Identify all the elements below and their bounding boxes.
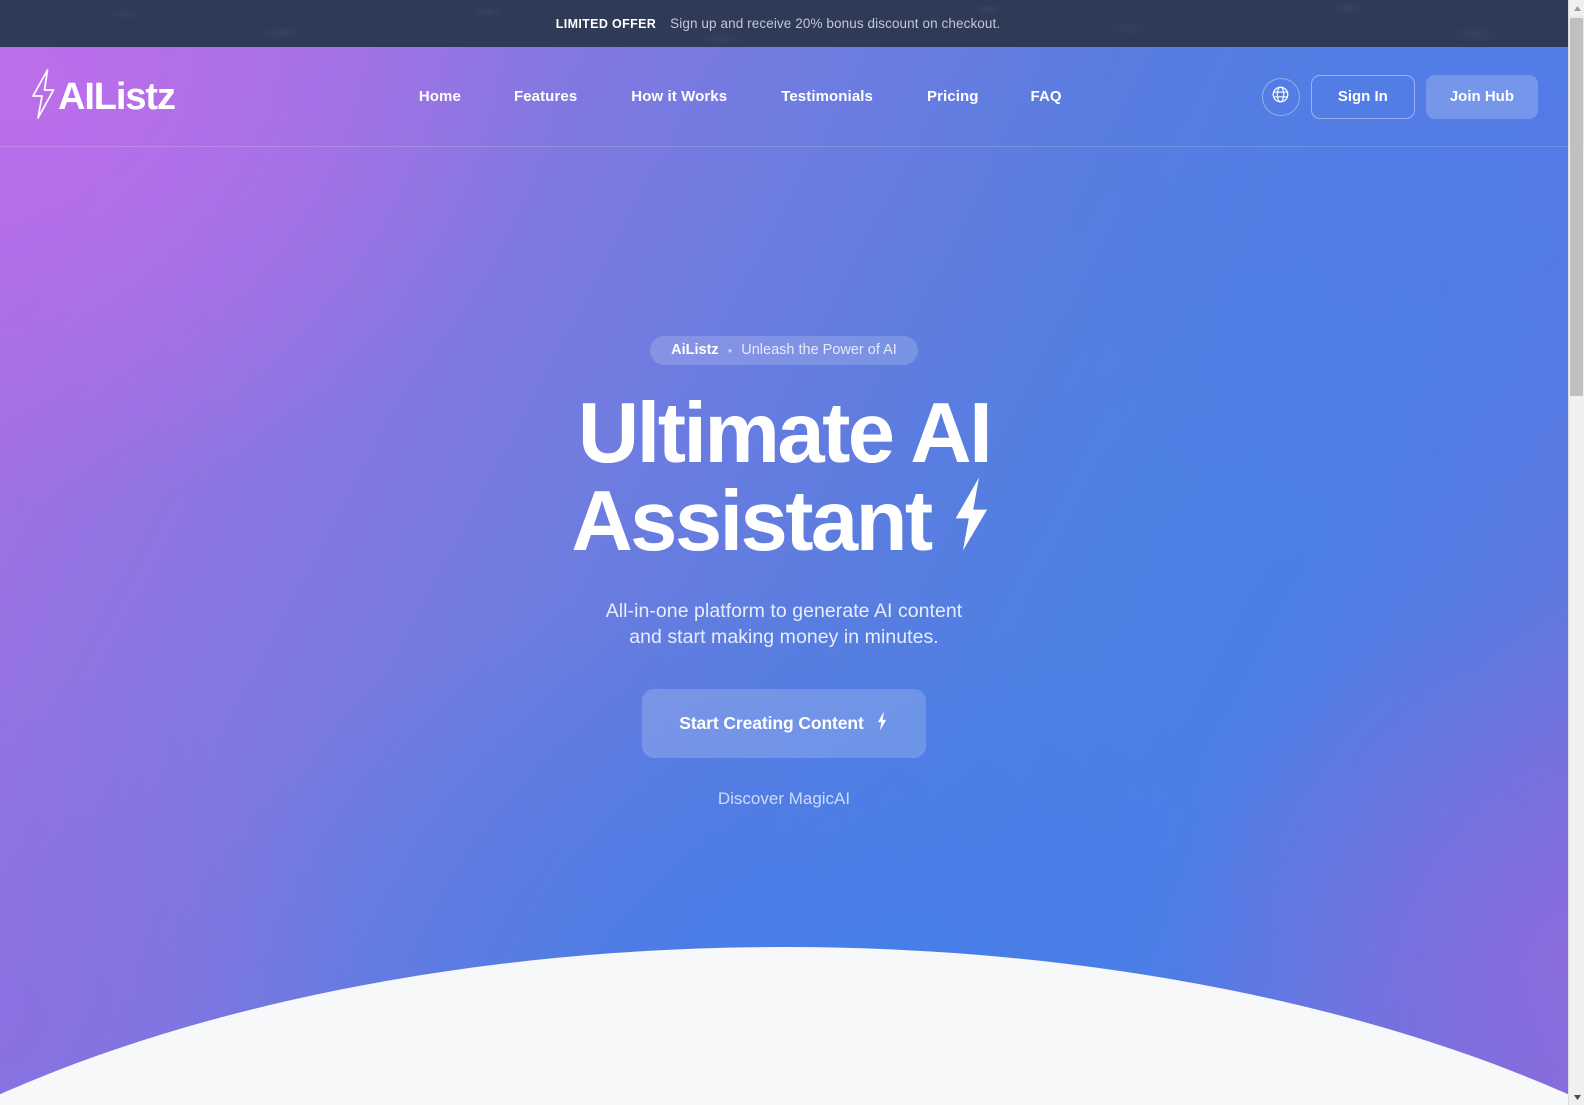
hero-cta-wrapper: Start Creating Content: [0, 688, 1568, 758]
announcement-bar: LIMITED OFFER Sign up and receive 20% bo…: [0, 0, 1568, 47]
hero-badge[interactable]: AiListz • Unleash the Power of AI: [650, 336, 918, 365]
lightning-bolt-filled-icon: [875, 711, 889, 736]
brand-logo[interactable]: AIListz: [28, 68, 176, 125]
page-root: LIMITED OFFER Sign up and receive 20% bo…: [0, 0, 1568, 1105]
hero-title-line-2: Assistant: [571, 474, 933, 569]
hero-title-line-2-wrapper: Assistant: [571, 476, 996, 568]
scrollbar-thumb[interactable]: [1570, 18, 1583, 396]
nav-item-faq[interactable]: FAQ: [1006, 78, 1087, 115]
hero-subtitle-line-1: All-in-one platform to generate AI conte…: [605, 599, 963, 622]
nav-item-pricing[interactable]: Pricing: [900, 78, 1006, 115]
nav-item-home[interactable]: Home: [397, 78, 487, 115]
scrollbar-up-arrow[interactable]: [1569, 0, 1584, 16]
header-actions: Sign In Join Hub: [1261, 74, 1538, 119]
hero-badge-tagline: Unleash the Power of AI: [741, 342, 897, 358]
browser-viewport: LIMITED OFFER Sign up and receive 20% bo…: [0, 0, 1584, 1105]
sign-in-button[interactable]: Sign In: [1310, 74, 1415, 119]
hero-content: AiListz • Unleash the Power of AI Ultima…: [0, 147, 1568, 809]
site-header: AIListz Home Features How it Works Testi…: [0, 47, 1568, 147]
start-creating-content-button[interactable]: Start Creating Content: [642, 688, 926, 758]
discover-magicai-link[interactable]: Discover MagicAI: [718, 789, 850, 809]
primary-navigation: Home Features How it Works Testimonials …: [397, 78, 1087, 115]
lightning-bolt-filled-icon: [945, 476, 997, 566]
hero-subtitle-line-2: and start making money in minutes.: [629, 625, 939, 648]
page-scrollbar[interactable]: [1568, 0, 1584, 1105]
hero-badge-brand: AiListz: [671, 342, 719, 358]
hero-secondary-link-wrapper: Discover MagicAI: [0, 758, 1568, 809]
hero-subtitle: All-in-one platform to generate AI conte…: [0, 598, 1568, 650]
language-switcher-button[interactable]: [1261, 77, 1300, 116]
announcement-text: Sign up and receive 20% bonus discount o…: [670, 16, 1001, 31]
hero-section: AIListz Home Features How it Works Testi…: [0, 47, 1568, 1105]
globe-icon: [1271, 85, 1290, 109]
announcement-label: LIMITED OFFER: [555, 17, 657, 31]
nav-item-how-it-works[interactable]: How it Works: [604, 78, 754, 115]
announcement-content: LIMITED OFFER Sign up and receive 20% bo…: [556, 16, 1000, 31]
nav-item-features[interactable]: Features: [487, 78, 604, 115]
brand-name: AIListz: [58, 75, 176, 118]
start-creating-content-label: Start Creating Content: [679, 712, 864, 733]
hero-title: Ultimate AI Assistant: [0, 391, 1568, 568]
hero-bottom-curve: [0, 947, 1568, 1105]
scrollbar-down-arrow[interactable]: [1569, 1089, 1584, 1105]
join-hub-button[interactable]: Join Hub: [1425, 74, 1538, 119]
lightning-bolt-outline-icon: [28, 68, 58, 125]
hero-title-line-1: Ultimate AI: [577, 385, 993, 481]
hero-badge-separator: •: [727, 342, 733, 358]
nav-item-testimonials[interactable]: Testimonials: [754, 78, 900, 115]
